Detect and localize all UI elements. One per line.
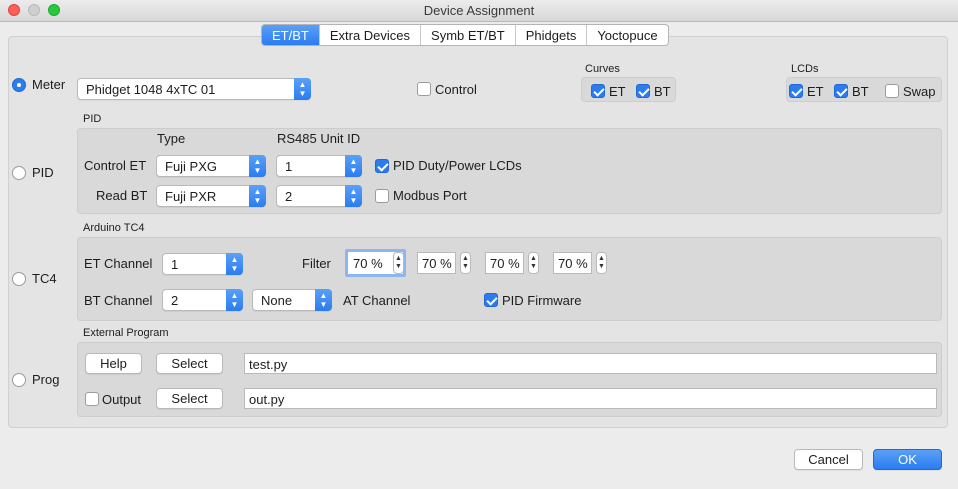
- pid-radio[interactable]: [12, 166, 26, 180]
- et-channel-label: ET Channel: [84, 256, 153, 271]
- control-et-type-select[interactable]: Fuji PXG ▲ ▼: [156, 155, 266, 177]
- curves-bt-checkbox[interactable]: [636, 84, 650, 98]
- filter-1-stepper[interactable]: ▲ ▼: [393, 252, 404, 274]
- modbus-port-checkbox[interactable]: [375, 189, 389, 203]
- updown-arrows-icon: ▲ ▼: [345, 155, 362, 177]
- filter-2-value: 70 %: [422, 256, 452, 271]
- tc4-radio-label: TC4: [32, 271, 57, 286]
- meter-radio[interactable]: [12, 78, 26, 92]
- updown-arrows-icon: ▲ ▼: [249, 155, 266, 177]
- pid-duty-label: PID Duty/Power LCDs: [393, 158, 522, 173]
- prog-radio-label: Prog: [32, 372, 60, 387]
- lcds-swap-label: Swap: [903, 84, 936, 99]
- read-bt-type-select[interactable]: Fuji PXR ▲ ▼: [156, 185, 266, 207]
- lcds-bt-label: BT: [852, 84, 869, 99]
- at-channel-value: None: [261, 293, 293, 308]
- output-path-field[interactable]: out.py: [244, 388, 937, 409]
- et-channel-value: 1: [171, 257, 179, 272]
- read-bt-type-value: Fuji PXR: [165, 189, 217, 204]
- control-label: Control: [435, 82, 477, 97]
- bt-channel-value: 2: [171, 293, 179, 308]
- program-path-field[interactable]: test.py: [244, 353, 937, 374]
- control-checkbox[interactable]: [417, 82, 431, 96]
- read-bt-label: Read BT: [96, 188, 148, 203]
- pid-firmware-label: PID Firmware: [502, 293, 582, 308]
- pid-radio-label: PID: [32, 165, 54, 180]
- filter-label: Filter: [302, 256, 331, 271]
- pid-unit-header: RS485 Unit ID: [277, 131, 361, 146]
- bt-channel-label: BT Channel: [84, 293, 153, 308]
- tab-et-bt[interactable]: ET/BT: [262, 25, 320, 45]
- meter-radio-label: Meter: [32, 77, 66, 92]
- meter-device-select[interactable]: Phidget 1048 4xTC 01 ▲ ▼: [77, 78, 311, 100]
- filter-3-value: 70 %: [490, 256, 520, 271]
- tab-symb-et-bt[interactable]: Symb ET/BT: [421, 25, 516, 45]
- at-channel-select[interactable]: None ▲ ▼: [252, 289, 332, 311]
- filter-3-stepper[interactable]: ▲ ▼: [528, 252, 539, 274]
- filter-4-input[interactable]: 70 %: [553, 252, 592, 274]
- output-checkbox[interactable]: [85, 392, 99, 406]
- updown-arrows-icon: ▲ ▼: [226, 289, 243, 311]
- control-et-unit-select[interactable]: 1 ▲ ▼: [276, 155, 362, 177]
- title-bar: Device Assignment: [0, 0, 958, 22]
- at-channel-label: AT Channel: [343, 293, 411, 308]
- modbus-port-label: Modbus Port: [393, 188, 467, 203]
- tab-extra-devices[interactable]: Extra Devices: [320, 25, 422, 45]
- window-title: Device Assignment: [423, 3, 535, 18]
- updown-arrows-icon: ▲ ▼: [345, 185, 362, 207]
- tab-yoctopuce[interactable]: Yoctopuce: [587, 25, 667, 45]
- output-label: Output: [102, 392, 142, 407]
- curves-bt-label: BT: [654, 84, 671, 99]
- updown-arrows-icon: ▲ ▼: [226, 253, 243, 275]
- filter-1-value: 70 %: [353, 256, 383, 271]
- pid-group-title: PID: [83, 113, 102, 125]
- output-path-value: out.py: [249, 392, 285, 407]
- select-output-button[interactable]: Select: [156, 388, 223, 409]
- meter-device-value: Phidget 1048 4xTC 01: [86, 82, 216, 97]
- updown-arrows-icon: ▲ ▼: [249, 185, 266, 207]
- bt-channel-select[interactable]: 2 ▲ ▼: [162, 289, 243, 311]
- filter-4-value: 70 %: [558, 256, 588, 271]
- ok-button[interactable]: OK: [873, 449, 942, 470]
- et-channel-select[interactable]: 1 ▲ ▼: [162, 253, 243, 275]
- pid-firmware-checkbox[interactable]: [484, 293, 498, 307]
- filter-4-stepper[interactable]: ▲ ▼: [596, 252, 607, 274]
- program-path-value: test.py: [249, 357, 288, 372]
- prog-group-title: External Program: [83, 327, 169, 339]
- tab-phidgets[interactable]: Phidgets: [516, 25, 588, 45]
- control-et-unit-value: 1: [285, 159, 293, 174]
- lcds-bt-checkbox[interactable]: [834, 84, 848, 98]
- select-program-button[interactable]: Select: [156, 353, 223, 374]
- control-et-label: Control ET: [84, 158, 147, 173]
- tc4-radio[interactable]: [12, 272, 26, 286]
- lcds-swap-checkbox[interactable]: [885, 84, 899, 98]
- pid-type-header: Type: [157, 131, 186, 146]
- updown-arrows-icon: ▲ ▼: [294, 78, 311, 100]
- lcds-et-label: ET: [807, 84, 824, 99]
- read-bt-unit-select[interactable]: 2 ▲ ▼: [276, 185, 362, 207]
- pid-duty-checkbox[interactable]: [375, 159, 389, 173]
- filter-2-input[interactable]: 70 %: [417, 252, 456, 274]
- control-et-type-value: Fuji PXG: [165, 159, 218, 174]
- curves-et-checkbox[interactable]: [591, 84, 605, 98]
- tab-bar: ET/BT Extra Devices Symb ET/BT Phidgets …: [261, 24, 669, 46]
- prog-radio[interactable]: [12, 373, 26, 387]
- lcds-et-checkbox[interactable]: [789, 84, 803, 98]
- curves-et-label: ET: [609, 84, 626, 99]
- filter-2-stepper[interactable]: ▲ ▼: [460, 252, 471, 274]
- help-button[interactable]: Help: [85, 353, 142, 374]
- filter-3-input[interactable]: 70 %: [485, 252, 524, 274]
- curves-title: Curves: [585, 63, 620, 75]
- tc4-group-title: Arduino TC4: [83, 222, 145, 234]
- lcds-title: LCDs: [791, 63, 819, 75]
- cancel-button[interactable]: Cancel: [794, 449, 863, 470]
- updown-arrows-icon: ▲ ▼: [315, 289, 332, 311]
- read-bt-unit-value: 2: [285, 189, 293, 204]
